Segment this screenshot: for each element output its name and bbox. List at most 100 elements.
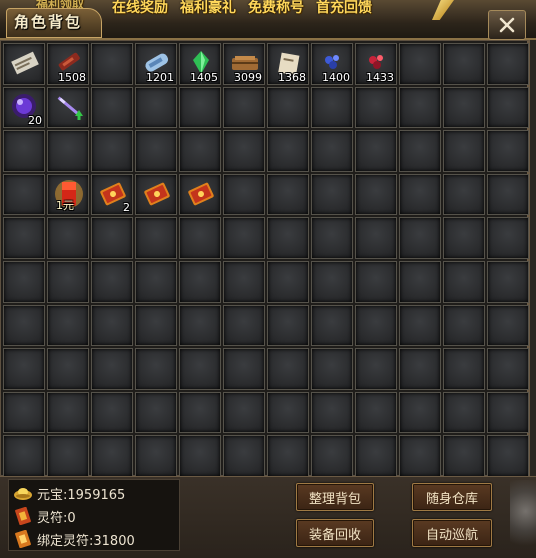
inventory-slot[interactable] — [267, 260, 309, 303]
inventory-slot[interactable] — [179, 130, 221, 172]
inventory-slot[interactable] — [47, 304, 89, 347]
inventory-slot[interactable] — [135, 217, 177, 259]
inventory-slot[interactable] — [91, 130, 133, 172]
inventory-slot[interactable]: 1元 — [47, 173, 89, 216]
inventory-slot[interactable] — [223, 435, 265, 477]
inventory-slot[interactable] — [47, 217, 89, 259]
inventory-slot[interactable] — [223, 217, 265, 259]
portable-storage-button[interactable]: 随身仓库 — [412, 483, 492, 511]
inventory-slot[interactable]: 1508 — [47, 43, 89, 85]
inventory-slot[interactable] — [267, 130, 309, 172]
inventory-slot[interactable] — [399, 435, 441, 477]
inventory-slot[interactable] — [399, 304, 441, 347]
inventory-slot[interactable] — [487, 217, 529, 259]
inventory-slot[interactable] — [267, 173, 309, 216]
inventory-slot[interactable] — [267, 391, 309, 434]
auto-patrol-button[interactable]: 自动巡航 — [412, 519, 492, 547]
inventory-slot[interactable] — [3, 173, 45, 216]
inventory-slot[interactable] — [3, 130, 45, 172]
inventory-slot[interactable] — [47, 391, 89, 434]
inventory-slot[interactable] — [3, 43, 45, 85]
inventory-slot[interactable] — [267, 304, 309, 347]
inventory-slot[interactable] — [399, 86, 441, 129]
inventory-slot[interactable] — [399, 348, 441, 390]
inventory-slot[interactable] — [135, 173, 177, 216]
banner-link-first-recharge[interactable]: 首充回馈 — [316, 0, 372, 18]
sort-bag-button[interactable]: 整理背包 — [296, 483, 374, 511]
inventory-slot[interactable] — [267, 217, 309, 259]
inventory-slot[interactable] — [91, 348, 133, 390]
inventory-slot[interactable]: 3099 — [223, 43, 265, 85]
inventory-slot[interactable] — [487, 86, 529, 129]
inventory-slot[interactable] — [47, 130, 89, 172]
inventory-slot[interactable] — [311, 173, 353, 216]
inventory-slot[interactable] — [311, 348, 353, 390]
inventory-slot[interactable] — [223, 86, 265, 129]
inventory-slot[interactable] — [267, 86, 309, 129]
inventory-slot[interactable] — [355, 173, 397, 216]
banner-link-free-title[interactable]: 免费称号 — [248, 0, 304, 18]
inventory-slot[interactable] — [443, 435, 485, 477]
inventory-slot[interactable] — [355, 260, 397, 303]
inventory-slot[interactable] — [443, 173, 485, 216]
inventory-slot[interactable] — [355, 304, 397, 347]
inventory-slot[interactable] — [487, 43, 529, 85]
inventory-slot[interactable] — [399, 260, 441, 303]
inventory-slot[interactable] — [179, 217, 221, 259]
inventory-slot[interactable] — [487, 304, 529, 347]
inventory-slot[interactable] — [311, 217, 353, 259]
inventory-slot[interactable] — [3, 260, 45, 303]
inventory-slot[interactable] — [311, 304, 353, 347]
inventory-slot[interactable] — [487, 435, 529, 477]
inventory-slot[interactable] — [443, 217, 485, 259]
inventory-slot[interactable] — [135, 391, 177, 434]
inventory-slot[interactable] — [47, 86, 89, 129]
inventory-slot[interactable] — [91, 304, 133, 347]
inventory-slot[interactable] — [355, 391, 397, 434]
inventory-slot[interactable] — [311, 130, 353, 172]
equipment-recycle-button[interactable]: 装备回收 — [296, 519, 374, 547]
inventory-slot[interactable] — [135, 304, 177, 347]
inventory-slot[interactable] — [399, 391, 441, 434]
inventory-slot[interactable] — [179, 304, 221, 347]
inventory-slot[interactable] — [267, 435, 309, 477]
inventory-slot[interactable] — [487, 130, 529, 172]
inventory-slot[interactable] — [267, 348, 309, 390]
inventory-slot[interactable] — [91, 260, 133, 303]
inventory-slot[interactable]: 1405 — [179, 43, 221, 85]
inventory-slot[interactable] — [135, 435, 177, 477]
inventory-slot[interactable] — [47, 348, 89, 390]
inventory-slot[interactable]: 1368 — [267, 43, 309, 85]
inventory-slot[interactable] — [135, 260, 177, 303]
inventory-slot[interactable] — [223, 260, 265, 303]
inventory-slot[interactable] — [3, 217, 45, 259]
inventory-slot[interactable] — [487, 348, 529, 390]
inventory-slot[interactable] — [223, 304, 265, 347]
inventory-slot[interactable] — [399, 173, 441, 216]
inventory-slot[interactable]: 1201 — [135, 43, 177, 85]
inventory-slot[interactable]: 1400 — [311, 43, 353, 85]
inventory-slot[interactable]: 20 — [3, 86, 45, 129]
inventory-slot[interactable] — [487, 391, 529, 434]
inventory-slot[interactable] — [311, 435, 353, 477]
inventory-slot[interactable] — [443, 348, 485, 390]
inventory-slot[interactable] — [311, 391, 353, 434]
inventory-slot[interactable] — [47, 435, 89, 477]
banner-link-online-reward[interactable]: 在线奖励 — [112, 0, 168, 18]
banner-link-welfare-gift[interactable]: 福利豪礼 — [180, 0, 236, 18]
inventory-slot[interactable] — [443, 260, 485, 303]
inventory-slot[interactable] — [487, 260, 529, 303]
inventory-slot[interactable] — [223, 130, 265, 172]
inventory-slot[interactable] — [223, 173, 265, 216]
inventory-slot[interactable] — [399, 217, 441, 259]
inventory-slot[interactable] — [91, 86, 133, 129]
inventory-slot[interactable] — [311, 260, 353, 303]
inventory-slot[interactable] — [91, 391, 133, 434]
inventory-slot[interactable] — [91, 43, 133, 85]
inventory-slot[interactable] — [179, 86, 221, 129]
inventory-slot[interactable] — [179, 391, 221, 434]
inventory-slot[interactable] — [179, 348, 221, 390]
inventory-slot[interactable] — [179, 260, 221, 303]
inventory-slot[interactable] — [179, 435, 221, 477]
inventory-slot[interactable] — [3, 435, 45, 477]
